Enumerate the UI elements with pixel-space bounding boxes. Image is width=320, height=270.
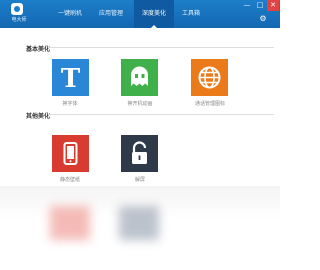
tab-flash[interactable]: 一键刷机 bbox=[52, 0, 88, 28]
app-window: 电大师 一键刷机 应用管理 深度美化 工具箱 — □ ✕ ⚙ 基本美化 T 换字… bbox=[0, 0, 280, 186]
letter-t-icon: T bbox=[52, 59, 89, 96]
tile-call-icons-label: 通话管理图标 bbox=[194, 101, 225, 107]
unlock-icon bbox=[121, 135, 158, 172]
minimize-button[interactable]: — bbox=[241, 0, 253, 11]
tab-app-manage[interactable]: 应用管理 bbox=[93, 0, 129, 28]
settings-gear-icon[interactable]: ⚙ bbox=[258, 14, 268, 24]
top-bar: 电大师 一键刷机 应用管理 深度美化 工具箱 — □ ✕ ⚙ bbox=[0, 0, 280, 28]
tile-font-label: 换字体 bbox=[62, 101, 78, 107]
tile-wallpaper-label: 静态壁纸 bbox=[59, 177, 80, 183]
globe-icon bbox=[191, 59, 228, 96]
section-title-other: 其他美化 bbox=[26, 113, 51, 120]
svg-text:T: T bbox=[61, 64, 81, 94]
logo-text: 电大师 bbox=[11, 17, 27, 23]
close-button[interactable]: ✕ bbox=[267, 0, 279, 11]
logo-icon bbox=[11, 3, 23, 15]
app-logo: 电大师 bbox=[5, 3, 31, 25]
tab-beautify[interactable]: 深度美化 bbox=[134, 0, 174, 28]
tile-unlock[interactable] bbox=[121, 135, 158, 172]
tile-call-icons[interactable] bbox=[191, 59, 228, 96]
phone-icon bbox=[52, 135, 89, 172]
section-title-basic: 基本美化 bbox=[26, 46, 51, 53]
maximize-button[interactable]: □ bbox=[254, 0, 266, 11]
tile-unlock-label: 解屏 bbox=[134, 177, 145, 183]
section-divider bbox=[48, 47, 274, 48]
tile-boot-label: 换开机动画 bbox=[127, 101, 153, 107]
wallpaper-reflection bbox=[50, 206, 90, 240]
ghost-icon bbox=[121, 59, 158, 96]
unlock-reflection bbox=[119, 206, 159, 240]
tab-toolbox[interactable]: 工具箱 bbox=[176, 0, 206, 28]
tile-boot-animation[interactable] bbox=[121, 59, 158, 96]
section-divider bbox=[48, 114, 274, 115]
tile-wallpaper[interactable] bbox=[52, 135, 89, 172]
tile-font[interactable]: T bbox=[52, 59, 89, 96]
